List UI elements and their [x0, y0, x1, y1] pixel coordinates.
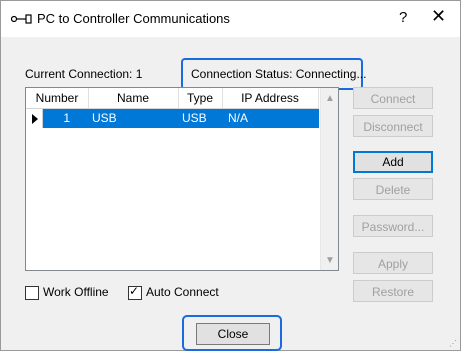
current-connection-label: Current Connection: 1	[25, 67, 143, 81]
password-button[interactable]: Password...	[353, 215, 433, 237]
connect-button[interactable]: Connect	[353, 87, 433, 109]
restore-button[interactable]: Restore	[353, 280, 433, 302]
list-header: Number Name Type IP Address	[26, 88, 319, 109]
add-button[interactable]: Add	[353, 151, 433, 173]
auto-connect-label[interactable]: Auto Connect	[146, 285, 219, 299]
comm-dialog: PC to Controller Communications ? ✕ Curr…	[0, 0, 461, 351]
connection-status-highlight: Connection Status: Connecting...	[181, 58, 367, 90]
work-offline-label[interactable]: Work Offline	[43, 285, 109, 299]
column-header-type[interactable]: Type	[178, 88, 223, 108]
column-header-ip-address[interactable]: IP Address	[222, 88, 319, 108]
scroll-up-icon[interactable]: ▲	[325, 93, 335, 104]
connections-list[interactable]: Number Name Type IP Address 1 USB USB N/…	[25, 87, 339, 271]
vertical-scrollbar[interactable]: ▲ ▼	[320, 88, 338, 270]
help-button[interactable]: ?	[399, 9, 407, 26]
title-bar: PC to Controller Communications ? ✕	[1, 1, 460, 37]
delete-button[interactable]: Delete	[353, 178, 433, 200]
disconnect-button[interactable]: Disconnect	[353, 115, 433, 137]
cell-number: 1	[43, 109, 88, 128]
connection-status-label: Connection Status: Connecting...	[191, 67, 367, 81]
row-pointer-icon	[32, 114, 38, 124]
connector-icon	[11, 14, 32, 24]
scroll-down-icon[interactable]: ▼	[325, 255, 335, 266]
resize-grip-icon[interactable]: ⋰	[449, 339, 457, 348]
work-offline-checkbox[interactable]	[25, 286, 39, 300]
column-header-name[interactable]: Name	[88, 88, 179, 108]
close-button[interactable]: Close	[196, 323, 270, 345]
auto-connect-checkbox[interactable]: ✓	[128, 284, 142, 300]
cell-type: USB	[178, 109, 222, 128]
table-row[interactable]: 1 USB USB N/A	[26, 109, 319, 128]
column-header-number[interactable]: Number	[26, 88, 89, 108]
apply-button[interactable]: Apply	[353, 252, 433, 274]
window-title: PC to Controller Communications	[37, 11, 230, 26]
cell-name: USB	[88, 109, 178, 128]
checkmark-icon: ✓	[129, 284, 140, 298]
row-selector[interactable]	[26, 109, 43, 128]
cell-ip-address: N/A	[222, 109, 319, 128]
close-icon[interactable]: ✕	[431, 6, 446, 27]
